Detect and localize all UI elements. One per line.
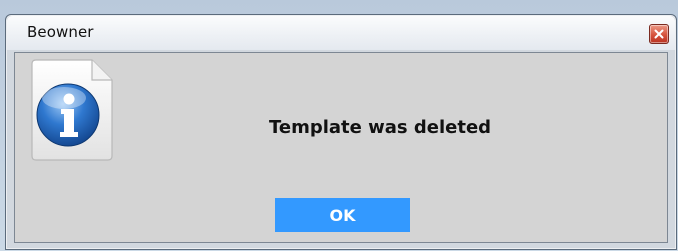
dialog-message: Template was deleted bbox=[269, 117, 492, 138]
info-icon bbox=[31, 59, 113, 161]
message-dialog: Beowner Template was deleted OK bbox=[5, 14, 677, 250]
close-icon bbox=[654, 29, 664, 39]
window-title: Beowner bbox=[27, 23, 94, 41]
close-button[interactable] bbox=[649, 24, 669, 44]
title-bar[interactable]: Beowner bbox=[7, 16, 675, 50]
dialog-body: Template was deleted OK bbox=[14, 52, 668, 243]
ok-button[interactable]: OK bbox=[275, 198, 410, 232]
